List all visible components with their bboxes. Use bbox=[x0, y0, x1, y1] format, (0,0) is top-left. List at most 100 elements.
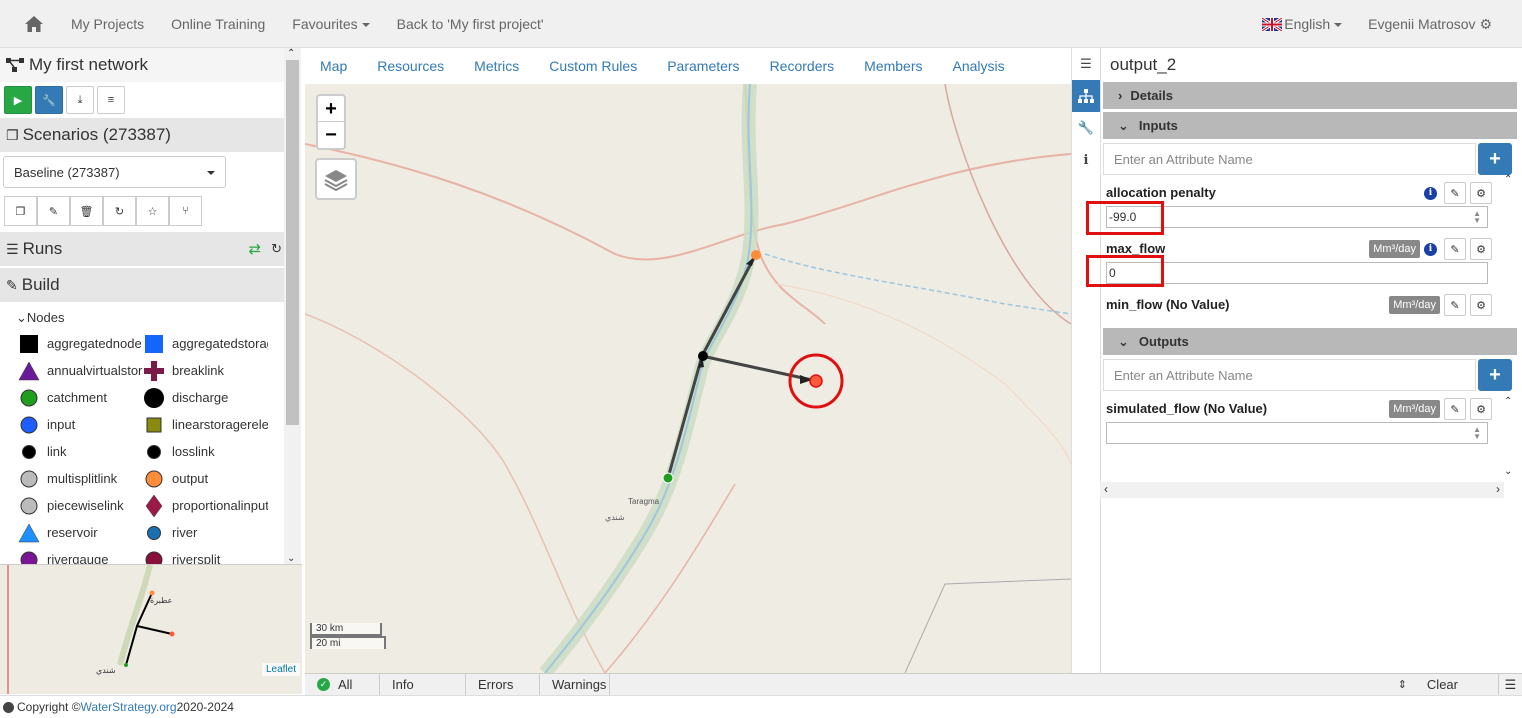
tab-parameters[interactable]: Parameters bbox=[667, 58, 739, 74]
clear-log-button[interactable]: Clear bbox=[1427, 677, 1458, 692]
add-output-attribute-button[interactable]: + bbox=[1478, 359, 1512, 391]
node-type-breaklink[interactable]: breaklink bbox=[143, 357, 268, 384]
tab-analysis[interactable]: Analysis bbox=[953, 58, 1005, 74]
node-type-annualvirtualstor[interactable]: annualvirtualstor bbox=[18, 357, 143, 384]
nav-my-projects[interactable]: My Projects bbox=[71, 16, 144, 32]
output-attribute-name-field[interactable]: Enter an Attribute Name bbox=[1103, 359, 1476, 391]
spinner-icon[interactable]: ▲ ▼ bbox=[1473, 210, 1481, 225]
scrollbar-thumb[interactable] bbox=[286, 60, 299, 425]
node-type-catchment[interactable]: catchment bbox=[18, 384, 143, 411]
log-tab-info[interactable]: Info bbox=[380, 673, 466, 696]
settings-sliders-button[interactable]: ≡ bbox=[97, 86, 125, 114]
node-type-output[interactable]: output bbox=[143, 465, 268, 492]
node-type-losslink[interactable]: losslink bbox=[143, 438, 268, 465]
node-type-linearstoragerele[interactable]: linearstoragerele bbox=[143, 411, 268, 438]
log-tab-warnings[interactable]: Warnings bbox=[540, 673, 610, 696]
top-navbar: My Projects Online Training Favourites B… bbox=[0, 0, 1522, 48]
nav-online-training[interactable]: Online Training bbox=[171, 16, 265, 32]
scenarios-title: Scenarios (273387) bbox=[22, 125, 171, 144]
log-tab-errors[interactable]: Errors bbox=[466, 673, 540, 696]
node-type-multisplitlink[interactable]: multisplitlink bbox=[18, 465, 143, 492]
leaflet-attribution[interactable]: Leaflet bbox=[261, 663, 300, 676]
inputs-accordion[interactable]: ⌄ Inputs bbox=[1103, 112, 1517, 139]
map-view[interactable]: Taragma شندي + − 30 km 20 mi bbox=[305, 84, 1071, 673]
info-icon[interactable]: i bbox=[1424, 186, 1437, 200]
node-type-river[interactable]: river bbox=[143, 519, 268, 546]
sitemap-icon[interactable] bbox=[1072, 80, 1100, 112]
exchange-icon[interactable]: ⇄ bbox=[249, 240, 262, 258]
left-panel-scrollbar[interactable]: ⌃ ⌄ bbox=[284, 48, 301, 564]
wrench-icon[interactable]: 🔧 bbox=[1072, 112, 1100, 144]
user-menu[interactable]: Evgenii Matrosov ⚙ bbox=[1368, 16, 1492, 33]
download-button[interactable]: ⤓ bbox=[66, 86, 94, 114]
language-dropdown[interactable]: English bbox=[1261, 16, 1343, 33]
node-type-proportionalinput[interactable]: proportionalinput bbox=[143, 492, 268, 519]
tab-recorders[interactable]: Recorders bbox=[770, 58, 835, 74]
log-tab-all[interactable]: ✓ All bbox=[305, 673, 380, 696]
scroll-down-icon[interactable]: ⌄ bbox=[1504, 466, 1518, 477]
tab-custom-rules[interactable]: Custom Rules bbox=[549, 58, 637, 74]
tab-metrics[interactable]: Metrics bbox=[474, 58, 519, 74]
outputs-accordion[interactable]: ⌄ Outputs bbox=[1103, 328, 1517, 355]
waterstrategy-link[interactable]: WaterStrategy.org bbox=[81, 700, 177, 714]
node-type-piecewiselink[interactable]: piecewiselink bbox=[18, 492, 143, 519]
nav-favourites[interactable]: Favourites bbox=[292, 16, 370, 32]
tab-resources[interactable]: Resources bbox=[377, 58, 444, 74]
node-type-input[interactable]: input bbox=[18, 411, 143, 438]
home-icon[interactable] bbox=[24, 15, 44, 33]
nav-back-to-project[interactable]: Back to 'My first project' bbox=[397, 16, 544, 32]
edit-button[interactable]: ✎ bbox=[1444, 294, 1466, 316]
side-icon-column: ☰ 🔧 i bbox=[1071, 48, 1100, 673]
run-button[interactable]: ▶ bbox=[4, 86, 32, 114]
node-type-riversplit[interactable]: riversplit bbox=[143, 546, 268, 564]
nodes-toggle[interactable]: ⌄Nodes bbox=[0, 302, 300, 326]
favourite-scenario-button[interactable]: ☆ bbox=[136, 196, 169, 226]
add-input-attribute-button[interactable]: + bbox=[1478, 143, 1512, 175]
edit-button[interactable]: ✎ bbox=[1444, 238, 1466, 260]
node-type-discharge[interactable]: discharge bbox=[143, 384, 268, 411]
node-type-reservoir[interactable]: reservoir bbox=[18, 519, 143, 546]
tab-map[interactable]: Map bbox=[320, 58, 347, 74]
edit-button[interactable]: ✎ bbox=[1444, 182, 1466, 204]
zoom-in-button[interactable]: + bbox=[318, 96, 344, 122]
horizontal-scrollbar[interactable]: ‹ › bbox=[1100, 482, 1504, 498]
scroll-up-icon[interactable]: ⌃ bbox=[287, 48, 295, 59]
tab-members[interactable]: Members bbox=[864, 58, 922, 74]
scroll-down-icon[interactable]: ⌄ bbox=[287, 553, 295, 564]
minimap[interactable]: عطبرة شندي Leaflet bbox=[0, 564, 302, 694]
menu-icon[interactable]: ☰ bbox=[1072, 48, 1100, 80]
edit-scenario-button[interactable]: ✎ bbox=[37, 196, 70, 226]
scroll-right-icon[interactable]: › bbox=[1496, 482, 1500, 496]
zoom-out-button[interactable]: − bbox=[318, 122, 344, 148]
scroll-up-icon[interactable]: ⌃ bbox=[1504, 174, 1518, 185]
info-icon[interactable]: i bbox=[1424, 242, 1437, 256]
gear-button[interactable]: ⚙ bbox=[1470, 398, 1492, 420]
gear-button[interactable]: ⚙ bbox=[1470, 182, 1492, 204]
delete-scenario-button[interactable]: 🗑 bbox=[70, 196, 103, 226]
node-type-link[interactable]: link bbox=[18, 438, 143, 465]
gear-button[interactable]: ⚙ bbox=[1470, 238, 1492, 260]
menu-icon[interactable]: ☰ bbox=[1498, 673, 1522, 696]
node-type-aggregatednode[interactable]: aggregatednode bbox=[18, 330, 143, 357]
sort-icon[interactable]: ⇕ bbox=[1398, 678, 1407, 691]
node-type-aggregatedstorag[interactable]: aggregatedstorag bbox=[143, 330, 268, 357]
clone-scenario-button[interactable]: ❐ bbox=[4, 196, 37, 226]
spinner-icon[interactable]: ▲ ▼ bbox=[1473, 426, 1481, 441]
edit-button[interactable]: ✎ bbox=[1444, 398, 1466, 420]
branch-scenario-button[interactable]: ⑂ bbox=[169, 196, 202, 226]
simulated-flow-value[interactable]: ▲ ▼ bbox=[1106, 422, 1488, 444]
scenario-select[interactable]: Baseline (273387) bbox=[3, 156, 226, 188]
scroll-left-icon[interactable]: ‹ bbox=[1104, 482, 1108, 496]
layers-button[interactable] bbox=[315, 158, 357, 200]
wrench-button[interactable]: 🔧 bbox=[35, 86, 63, 114]
highlight-box bbox=[1086, 201, 1164, 235]
gear-button[interactable]: ⚙ bbox=[1470, 294, 1492, 316]
info-icon[interactable]: i bbox=[1072, 144, 1100, 176]
input-attribute-name-field[interactable]: Enter an Attribute Name bbox=[1103, 143, 1476, 175]
refresh-scenario-button[interactable]: ↻ bbox=[103, 196, 136, 226]
scroll-up-icon[interactable]: ⌃ bbox=[1504, 396, 1518, 407]
details-accordion[interactable]: › Details bbox=[1103, 82, 1517, 109]
refresh-icon[interactable]: ↻ bbox=[271, 241, 282, 257]
network-icon bbox=[6, 58, 24, 72]
node-type-rivergauge[interactable]: rivergauge bbox=[18, 546, 143, 564]
